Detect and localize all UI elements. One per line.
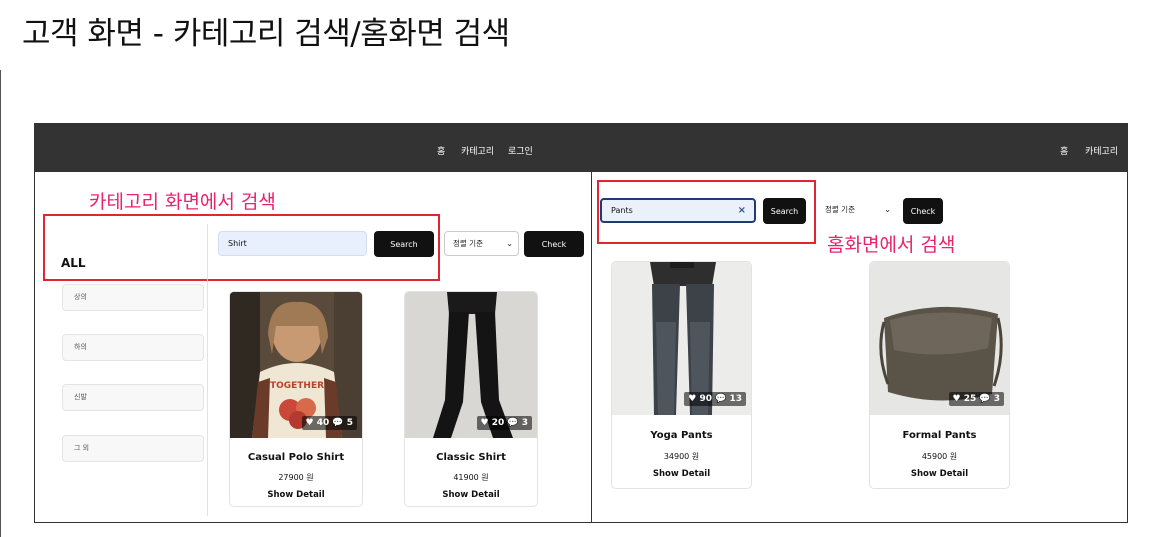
show-detail-button[interactable]: Show Detail xyxy=(230,490,362,500)
sidebar-divider xyxy=(207,224,208,516)
annotation-category-search: 카테고리 화면에서 검색 xyxy=(89,191,276,213)
sort-select[interactable]: 정렬 기준 ⌄ xyxy=(817,198,896,223)
nav-category[interactable]: 카테고리 xyxy=(461,144,494,157)
check-button[interactable]: Check xyxy=(903,198,943,224)
slide-border xyxy=(0,70,1,537)
sort-select-value: 정렬 기준 xyxy=(453,239,483,248)
product-price: 34900 원 xyxy=(663,452,700,461)
show-detail-button[interactable]: Show Detail xyxy=(405,490,537,500)
search-input[interactable]: Shirt xyxy=(218,231,367,256)
category-all[interactable]: ALL xyxy=(61,256,86,270)
product-card[interactable]: TOGETHER ♥ 40 💬 5 Casual Polo Shirt 2790… xyxy=(229,291,363,507)
nav-home[interactable]: 홈 xyxy=(1060,144,1068,157)
close-icon[interactable]: × xyxy=(738,200,746,221)
nav-category[interactable]: 카테고리 xyxy=(1085,144,1118,157)
product-name: Classic Shirt xyxy=(436,452,506,463)
sort-select[interactable]: 정렬 기준 ⌄ xyxy=(444,231,519,256)
chevron-down-icon: ⌄ xyxy=(506,239,513,248)
nav-login[interactable]: 로그인 xyxy=(508,144,533,157)
product-card[interactable]: ♥ 25 💬 3 Formal Pants 45900 원 Show Detai… xyxy=(869,261,1010,489)
like-comment-badge: ♥ 20 💬 3 xyxy=(476,416,532,430)
product-name: Casual Polo Shirt xyxy=(247,452,345,463)
navbar: 홈 카테고리 xyxy=(592,124,1127,172)
product-name: Yoga Pants xyxy=(650,430,713,441)
home-screen: 홈 카테고리 홈화면에서 검색 Pants × Search 정렬 기준 ⌄ C… xyxy=(591,123,1128,523)
like-comment-badge: ♥ 25 💬 3 xyxy=(948,392,1004,406)
product-price: 45900 원 xyxy=(921,452,958,461)
show-detail-button[interactable]: Show Detail xyxy=(870,469,1009,479)
annotation-home-search: 홈화면에서 검색 xyxy=(827,234,956,256)
like-comment-badge: ♥ 40 💬 5 xyxy=(301,416,357,430)
svg-text:TOGETHER: TOGETHER xyxy=(270,381,324,391)
product-price: 27900 원 xyxy=(278,473,314,482)
product-card[interactable]: ♥ 20 💬 3 Classic Shirt 41900 원 Show Deta… xyxy=(404,291,538,507)
sidebar-item-etc[interactable]: 그 외 xyxy=(62,435,204,462)
nav-home[interactable]: 홈 xyxy=(437,144,445,157)
show-detail-button[interactable]: Show Detail xyxy=(612,469,751,479)
like-comment-badge: ♥ 90 💬 13 xyxy=(684,392,746,406)
sort-select-value: 정렬 기준 xyxy=(825,205,855,214)
search-button[interactable]: Search xyxy=(374,231,434,257)
product-name: Formal Pants xyxy=(902,430,977,441)
category-screen: 홈 카테고리 로그인 카테고리 화면에서 검색 ALL Shirt Search… xyxy=(34,123,592,523)
product-price: 41900 원 xyxy=(453,473,489,482)
sidebar-item-bottom[interactable]: 하의 xyxy=(62,334,204,361)
sidebar-item-shoes[interactable]: 신발 xyxy=(62,384,204,411)
search-button[interactable]: Search xyxy=(763,198,806,224)
search-input[interactable]: Pants × xyxy=(600,198,756,223)
check-button[interactable]: Check xyxy=(524,231,584,257)
chevron-down-icon: ⌄ xyxy=(884,205,891,214)
product-card[interactable]: ♥ 90 💬 13 Yoga Pants 34900 원 Show Detail xyxy=(611,261,752,489)
sidebar-item-top[interactable]: 상의 xyxy=(62,284,204,311)
navbar: 홈 카테고리 로그인 xyxy=(35,124,591,172)
page-title: 고객 화면 - 카테고리 검색/홈화면 검색 xyxy=(22,16,510,52)
search-input-value: Pants xyxy=(611,206,633,215)
